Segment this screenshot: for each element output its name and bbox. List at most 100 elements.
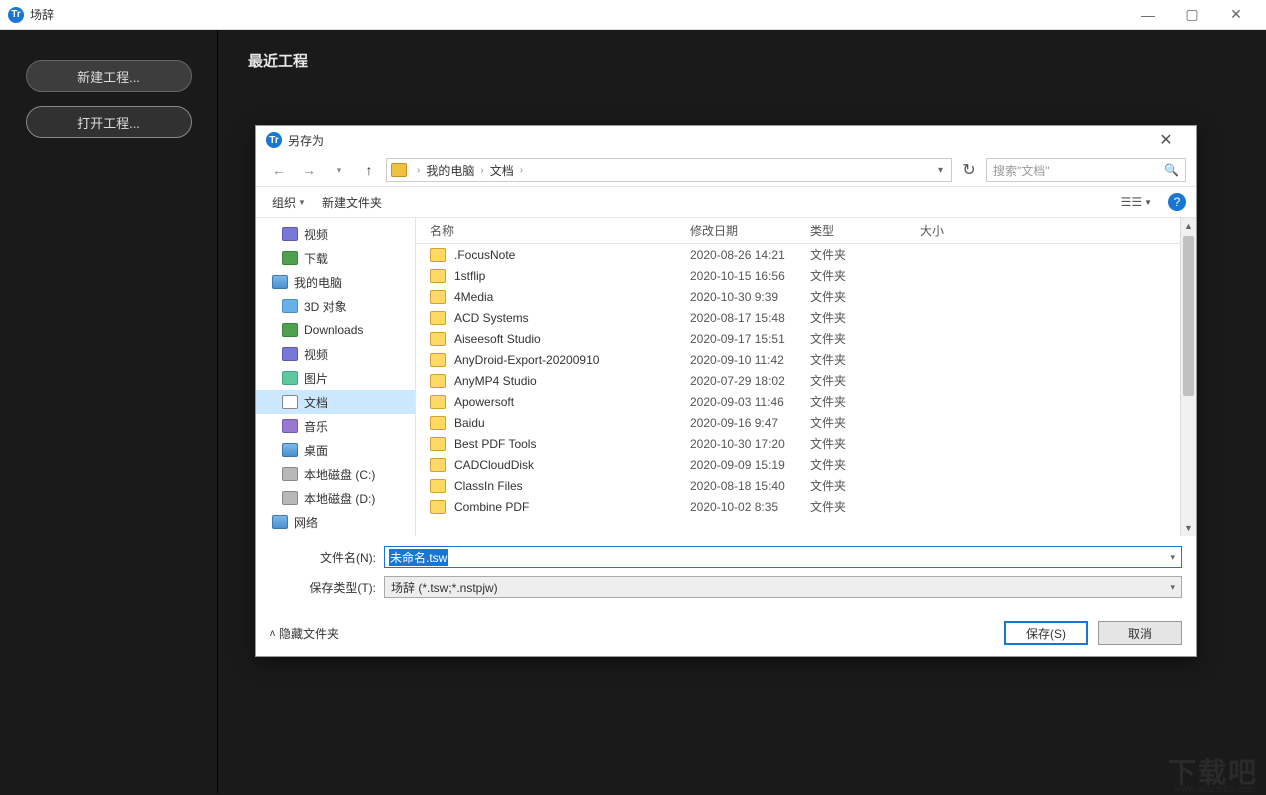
file-name: 1stflip xyxy=(454,269,690,283)
tree-item-label: 视频 xyxy=(304,346,328,363)
pic-icon xyxy=(282,371,298,385)
file-date: 2020-10-02 8:35 xyxy=(690,500,810,514)
file-row[interactable]: Combine PDF2020-10-02 8:35文件夹 xyxy=(416,496,1196,517)
tree-item[interactable]: Downloads xyxy=(256,318,415,342)
close-button[interactable]: ✕ xyxy=(1214,1,1258,29)
file-name: Baidu xyxy=(454,416,690,430)
maximize-button[interactable]: ▢ xyxy=(1170,1,1214,29)
save-form: 文件名(N): 未命名.tsw ▾ 保存类型(T): 场辞 (*.tsw;*.n… xyxy=(256,536,1196,610)
folder-tree[interactable]: 视频下载我的电脑3D 对象Downloads视频图片文档音乐桌面本地磁盘 (C:… xyxy=(256,218,416,536)
open-project-button[interactable]: 打开工程... xyxy=(26,106,192,138)
nav-up-button[interactable]: ↑ xyxy=(356,157,382,183)
list-icon: ☰☰ xyxy=(1121,195,1143,209)
nav-recent-button[interactable]: ▾ xyxy=(326,157,352,183)
tree-item[interactable]: 视频 xyxy=(256,342,415,366)
dl-icon xyxy=(282,323,298,337)
toolbar: 组织▼ 新建文件夹 ☰☰ ▼ ? xyxy=(256,186,1196,218)
file-row[interactable]: .FocusNote2020-08-26 14:21文件夹 xyxy=(416,244,1196,265)
file-date: 2020-10-15 16:56 xyxy=(690,269,810,283)
column-type[interactable]: 类型 xyxy=(810,222,920,239)
disk-icon xyxy=(282,467,298,481)
breadcrumb-dropdown-icon[interactable]: ▾ xyxy=(934,165,947,176)
file-row[interactable]: Best PDF Tools2020-10-30 17:20文件夹 xyxy=(416,433,1196,454)
chevron-right-icon: › xyxy=(480,165,483,176)
file-type: 文件夹 xyxy=(810,498,920,515)
file-row[interactable]: Apowersoft2020-09-03 11:46文件夹 xyxy=(416,391,1196,412)
organize-button[interactable]: 组织▼ xyxy=(266,190,312,215)
search-input[interactable]: 搜索"文档" 🔍 xyxy=(986,158,1186,182)
tree-item[interactable]: 网络 xyxy=(256,510,415,534)
nav-forward-button[interactable]: → xyxy=(296,157,322,183)
file-date: 2020-10-30 9:39 xyxy=(690,290,810,304)
new-project-button[interactable]: 新建工程... xyxy=(26,60,192,92)
app-icon: Tr xyxy=(8,7,24,23)
file-name: Aiseesoft Studio xyxy=(454,332,690,346)
minimize-button[interactable]: — xyxy=(1126,1,1170,29)
column-date[interactable]: 修改日期 xyxy=(690,222,810,239)
filetype-select[interactable]: 场辞 (*.tsw;*.nstpjw) ▾ xyxy=(384,576,1182,598)
column-size[interactable]: 大小 xyxy=(920,222,1196,239)
video-icon xyxy=(282,227,298,241)
note-icon xyxy=(282,419,298,433)
dialog-close-button[interactable]: ✕ xyxy=(1146,127,1186,153)
dialog-title: 另存为 xyxy=(288,132,324,149)
dialog-footer: ʌ 隐藏文件夹 保存(S) 取消 xyxy=(256,610,1196,656)
tree-item[interactable]: 下载 xyxy=(256,246,415,270)
scroll-down-icon[interactable]: ▼ xyxy=(1181,520,1196,536)
chevron-down-icon[interactable]: ▾ xyxy=(1170,582,1175,593)
help-icon[interactable]: ? xyxy=(1168,193,1186,211)
tree-item[interactable]: 文档 xyxy=(256,390,415,414)
scrollbar[interactable]: ▲ ▼ xyxy=(1180,218,1196,536)
tree-item[interactable]: 本地磁盘 (C:) xyxy=(256,462,415,486)
tree-item-label: 桌面 xyxy=(304,442,328,459)
folder-icon xyxy=(430,500,446,514)
file-list-header: 名称 修改日期 类型 大小 xyxy=(416,218,1196,244)
file-row[interactable]: CADCloudDisk2020-09-09 15:19文件夹 xyxy=(416,454,1196,475)
folder-icon xyxy=(430,374,446,388)
monitor-icon xyxy=(272,275,288,289)
file-row[interactable]: AnyMP4 Studio2020-07-29 18:02文件夹 xyxy=(416,370,1196,391)
tree-item[interactable]: 视频 xyxy=(256,222,415,246)
save-button[interactable]: 保存(S) xyxy=(1004,621,1088,645)
chevron-right-icon: › xyxy=(520,165,523,176)
new-folder-button[interactable]: 新建文件夹 xyxy=(316,190,388,215)
chevron-down-icon[interactable]: ▾ xyxy=(1170,552,1175,563)
filename-input[interactable]: 未命名.tsw ▾ xyxy=(384,546,1182,568)
tree-item[interactable]: 我的电脑 xyxy=(256,270,415,294)
folder-icon xyxy=(430,332,446,346)
file-row[interactable]: ClassIn Files2020-08-18 15:40文件夹 xyxy=(416,475,1196,496)
dialog-titlebar: Tr 另存为 ✕ xyxy=(256,126,1196,154)
column-name[interactable]: 名称 xyxy=(430,222,690,239)
file-name: Apowersoft xyxy=(454,395,690,409)
scrollbar-thumb[interactable] xyxy=(1183,236,1194,396)
tree-item-label: 网络 xyxy=(294,514,318,531)
tree-item[interactable]: 桌面 xyxy=(256,438,415,462)
refresh-button[interactable]: ↻ xyxy=(956,158,982,182)
tree-item-label: 文档 xyxy=(304,394,328,411)
nav-back-button[interactable]: ← xyxy=(266,157,292,183)
tree-item[interactable]: 音乐 xyxy=(256,414,415,438)
file-name: CADCloudDisk xyxy=(454,458,690,472)
breadcrumb-segment[interactable]: 我的电脑 xyxy=(426,162,474,179)
cancel-button[interactable]: 取消 xyxy=(1098,621,1182,645)
tree-item[interactable]: 图片 xyxy=(256,366,415,390)
file-row[interactable]: AnyDroid-Export-202009102020-09-10 11:42… xyxy=(416,349,1196,370)
file-type: 文件夹 xyxy=(810,288,920,305)
file-date: 2020-09-16 9:47 xyxy=(690,416,810,430)
tree-item[interactable]: 本地磁盘 (D:) xyxy=(256,486,415,510)
breadcrumb[interactable]: › 我的电脑 › 文档 › ▾ xyxy=(386,158,952,182)
view-mode-button[interactable]: ☰☰ ▼ xyxy=(1117,195,1156,209)
file-row[interactable]: 1stflip2020-10-15 16:56文件夹 xyxy=(416,265,1196,286)
tree-item-label: 音乐 xyxy=(304,418,328,435)
file-row[interactable]: Baidu2020-09-16 9:47文件夹 xyxy=(416,412,1196,433)
file-row[interactable]: ACD Systems2020-08-17 15:48文件夹 xyxy=(416,307,1196,328)
file-row[interactable]: 4Media2020-10-30 9:39文件夹 xyxy=(416,286,1196,307)
file-list: 名称 修改日期 类型 大小 .FocusNote2020-08-26 14:21… xyxy=(416,218,1196,536)
hide-folders-toggle[interactable]: ʌ 隐藏文件夹 xyxy=(270,625,339,642)
tree-item[interactable]: 3D 对象 xyxy=(256,294,415,318)
file-row[interactable]: Aiseesoft Studio2020-09-17 15:51文件夹 xyxy=(416,328,1196,349)
monitor-icon xyxy=(272,515,288,529)
scroll-up-icon[interactable]: ▲ xyxy=(1181,218,1196,234)
doc-icon xyxy=(282,395,298,409)
breadcrumb-segment[interactable]: 文档 xyxy=(490,162,514,179)
